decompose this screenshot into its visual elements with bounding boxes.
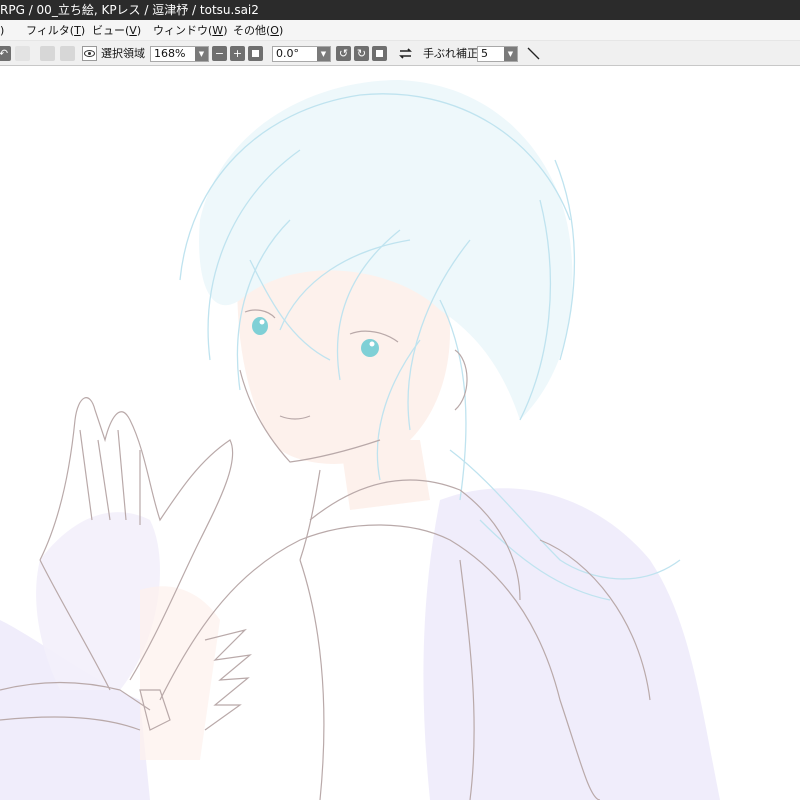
plus-icon[interactable]: + [230, 46, 245, 61]
pen-line-icon[interactable] [526, 46, 541, 61]
menu-access-key: V [129, 24, 137, 37]
menu-label: ビュー( [92, 24, 130, 37]
rotate-left-icon[interactable]: ↺ [336, 46, 351, 61]
chevron-down-icon: ▼ [195, 47, 208, 61]
menu-access-key: O [270, 24, 279, 37]
rotation-value: 0.0° [276, 47, 299, 60]
neck-skin [340, 440, 430, 510]
redo-button[interactable] [15, 46, 30, 61]
cloak-shadow [423, 488, 720, 800]
menu-item-filter[interactable]: フィルタ(T) [26, 20, 85, 41]
menu-item-view[interactable]: ビュー(V) [92, 20, 141, 41]
menu-item-partial[interactable]: ) [0, 20, 4, 41]
undo-button[interactable]: ↶ [0, 46, 11, 61]
square-icon [252, 50, 259, 57]
menu-label-end: ) [278, 24, 284, 37]
cape-inner [299, 559, 325, 800]
chevron-down-icon: ▼ [504, 47, 517, 61]
menu-label: フィルタ( [26, 24, 75, 37]
menu-access-key: T [74, 24, 81, 37]
chest-skin [140, 586, 220, 760]
stabilizer-value: 5 [481, 47, 488, 60]
flip-horizontal-icon[interactable] [398, 46, 413, 61]
minus-icon[interactable]: − [212, 46, 227, 61]
finger-lines [79, 429, 141, 525]
zoom-select[interactable]: 168% ▼ [150, 46, 209, 62]
toolbar: ↶ 選択領域 168% ▼ − + 0.0° ▼ ↺ ↻ 手ぶれ補正 5 ▼ [0, 41, 800, 66]
drawing-canvas[interactable] [0, 66, 800, 800]
window-title: RPG / 00_立ち絵, KPレス / 逗津杼 / totsu.sai2 [0, 3, 259, 17]
title-bar: RPG / 00_立ち絵, KPレス / 逗津杼 / totsu.sai2 [0, 0, 800, 20]
menu-bar: ) フィルタ(T) ビュー(V) ウィンドウ(W) その他(O) [0, 20, 800, 41]
zoom-value: 168% [154, 47, 186, 60]
menu-label-end: ) [223, 24, 228, 37]
menu-label-end: ) [136, 24, 142, 37]
menu-label: ウィンドウ( [153, 24, 213, 37]
menu-access-key: W [212, 24, 224, 37]
rotation-select[interactable]: 0.0° ▼ [272, 46, 331, 62]
rotation-reset-button[interactable] [372, 46, 387, 61]
eye-icon[interactable] [82, 46, 97, 61]
stabilizer-select[interactable]: 5 ▼ [477, 46, 518, 62]
square-icon [376, 50, 383, 57]
menu-label: その他( [233, 24, 271, 37]
zoom-reset-button[interactable] [248, 46, 263, 61]
crop-button[interactable] [60, 46, 75, 61]
selection-label: 選択領域 [101, 47, 145, 60]
rotate-right-icon[interactable]: ↻ [354, 46, 369, 61]
stabilizer-label: 手ぶれ補正 [423, 47, 478, 60]
deselect-button[interactable] [40, 46, 55, 61]
character-sketch [0, 80, 720, 800]
chevron-down-icon: ▼ [317, 47, 330, 61]
menu-label-end: ) [80, 24, 86, 37]
menu-item-window[interactable]: ウィンドウ(W) [153, 20, 227, 41]
menu-item-other[interactable]: その他(O) [233, 20, 283, 41]
